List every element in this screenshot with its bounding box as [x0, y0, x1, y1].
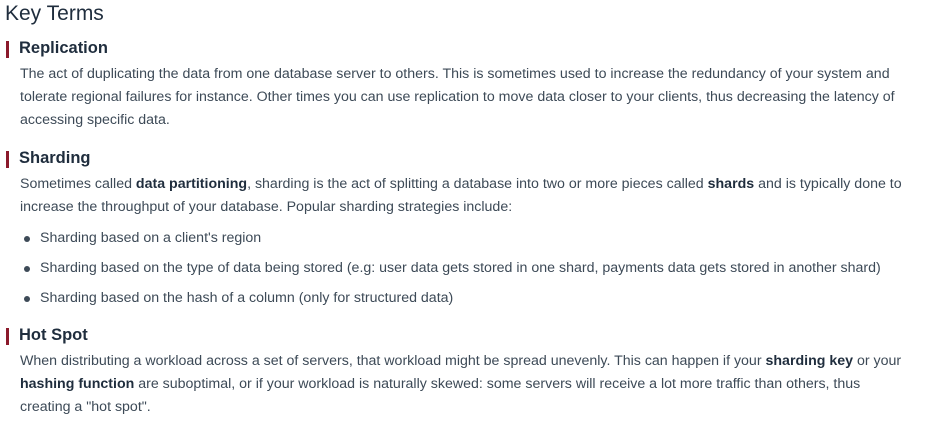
desc-text: , sharding is the act of splitting a dat… [247, 176, 708, 192]
desc-text: When distributing a workload across a se… [20, 353, 766, 369]
accent-bar [6, 328, 9, 345]
list-item: Sharding based on the hash of a column (… [0, 283, 941, 313]
keyword-hashing-function: hashing function [20, 376, 135, 392]
term-header: Hot Spot [0, 326, 941, 348]
list-item-text: Sharding based on a client's region [40, 230, 262, 246]
desc-text: increase the throughput of your database… [20, 199, 513, 215]
desc-text: and is typically done to [754, 176, 902, 192]
page-title: Key Terms [5, 2, 104, 25]
term-replication: Replication The act of duplicating the d… [0, 39, 941, 130]
desc-line: The act of duplicating the data from one… [20, 66, 890, 82]
list-item-text: Sharding based on the type of data being… [40, 260, 881, 276]
bullet-dot [24, 296, 30, 302]
term-title-hot-spot: Hot Spot [19, 326, 88, 344]
desc-text: or your [853, 353, 902, 369]
term-description-sharding: Sometimes called data partitioning, shar… [20, 173, 938, 219]
desc-text: are suboptimal, or if your workload is n… [134, 376, 861, 392]
bullet-dot [24, 266, 30, 272]
term-hot-spot: Hot Spot When distributing a workload ac… [0, 326, 941, 417]
keyword-shards: shards [707, 176, 755, 192]
term-title-sharding: Sharding [19, 149, 91, 167]
keyword-sharding-key: sharding key [765, 353, 854, 369]
desc-line: tolerate regional failures for instance.… [20, 89, 895, 105]
term-description-hot-spot: When distributing a workload across a se… [20, 350, 938, 419]
accent-bar [6, 41, 9, 58]
term-header: Sharding [0, 149, 941, 171]
sharding-strategies-list: Sharding based on a client's region Shar… [0, 223, 941, 313]
desc-line: accessing specific data. [20, 112, 170, 128]
key-terms-page: Key Terms Replication The act of duplica… [0, 0, 941, 423]
list-item-text: Sharding based on the hash of a column (… [40, 290, 454, 306]
list-item: Sharding based on the type of data being… [0, 253, 941, 283]
term-sharding: Sharding Sometimes called data partition… [0, 149, 941, 307]
term-header: Replication [0, 39, 941, 61]
term-title-replication: Replication [19, 39, 108, 57]
accent-bar [6, 151, 9, 168]
term-description-replication: The act of duplicating the data from one… [20, 63, 938, 132]
keyword-data-partitioning: data partitioning [135, 176, 248, 192]
desc-text: Sometimes called [20, 176, 136, 192]
desc-text: creating a "hot spot". [20, 399, 151, 415]
list-item: Sharding based on a client's region [0, 223, 941, 253]
bullet-dot [24, 236, 30, 242]
